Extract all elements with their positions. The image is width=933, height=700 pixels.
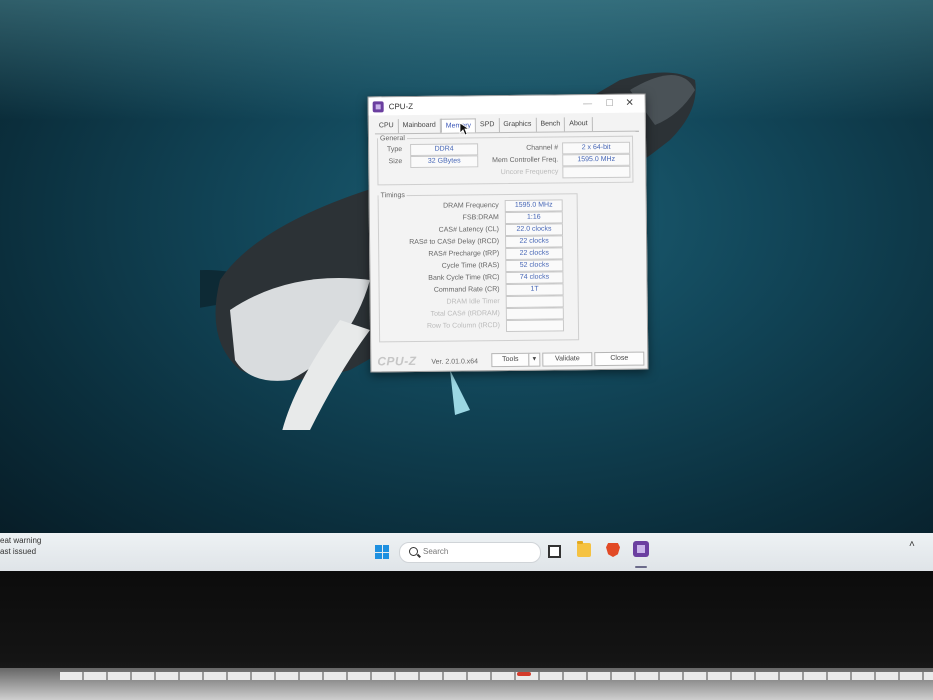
timing-label: RAS# to CAS# Delay (tRCD) [409,238,500,247]
general-legend: General [379,135,405,143]
search-icon [409,547,418,556]
window-title: CPU-Z [388,101,414,111]
channel-value: 2 x 64-bit [562,141,631,155]
desktop-wallpaper: CPU-Z — ☐ ✕ CPU Mainboard Memory SPD Gra… [0,0,933,545]
windows-start-icon[interactable] [375,545,389,559]
timing-label: Row To Column (tRCD) [426,322,501,330]
general-group: General Type DDR4 Size 32 GBytes Channel… [376,132,634,186]
mem-controller-value: 1595.0 MHz [562,153,631,167]
minimize-button[interactable]: — [579,97,597,110]
timings-list: DRAM Frequency 1595.0 MHz FSB:DRAM 1:16 CAS#… [379,197,577,333]
timing-value [505,295,564,309]
taskbar-search-box[interactable]: Search [399,542,541,563]
tab-bench[interactable]: Bench [536,117,566,132]
version-text: Ver. 2.01.0.x64 [431,358,479,366]
timing-label: FSB:DRAM [462,214,499,222]
timing-label: Command Rate (CR) [433,286,500,294]
timings-group: Timings DRAM Frequency 1595.0 MHz FSB:DRAM… [377,190,580,343]
notification-line-1: eat warning [0,536,42,545]
file-explorer-icon[interactable] [577,541,591,557]
channel-label: Channel # [526,144,559,152]
search-placeholder: Search [423,547,449,556]
uncore-value [562,165,631,179]
size-label: Size [388,158,403,166]
cpuz-app-icon [372,100,384,112]
tab-spd[interactable]: SPD [475,118,500,133]
timings-legend: Timings [380,192,405,200]
task-view-icon[interactable] [548,545,561,558]
uncore-label: Uncore Frequency [500,168,559,177]
timing-value: 52 clocks [505,259,564,273]
tab-graphics[interactable]: Graphics [499,117,537,133]
maximize-button[interactable]: ☐ [601,97,619,110]
size-value: 32 GBytes [410,155,479,169]
cpuz-logo: CPU-Z [377,353,417,369]
tools-button[interactable]: Tools [491,352,530,368]
timing-value: 22 clocks [505,247,564,261]
timing-value: 74 clocks [505,271,564,285]
mem-controller-label: Mem Controller Freq. [492,156,559,165]
tab-mainboard[interactable]: Mainboard [398,118,441,134]
timing-value: 1595.0 MHz [504,199,563,213]
notification-line-2: ast issued [0,547,37,556]
tools-dropdown-icon[interactable]: ▾ [528,352,541,367]
red-indicator-light [517,672,531,676]
timing-label: RAS# Precharge (tRP) [428,250,500,258]
timing-value [505,307,564,321]
type-label: Type [386,146,403,154]
tab-bar: CPU Mainboard Memory SPD Graphics Bench … [374,116,639,135]
taskbar: eat warning ast issued Search ˄ [0,533,933,571]
keyboard-keys [60,672,933,680]
bottom-bar: CPU-Z Ver. 2.01.0.x64 Tools ▾ Validate C… [371,351,647,372]
type-value: DDR4 [410,143,479,157]
timing-value [505,319,565,333]
close-button[interactable]: Close [594,351,645,367]
tab-cpu[interactable]: CPU [374,119,399,134]
chevron-up-icon[interactable]: ˄ [909,539,915,550]
timing-value: 1T [505,283,564,297]
timing-label: Cycle Time (tRAS) [441,262,500,270]
cpuz-taskbar-icon[interactable] [633,541,649,557]
active-app-indicator [635,566,647,568]
title-bar[interactable]: CPU-Z — ☐ ✕ [368,94,645,116]
timing-label: DRAM Idle Timer [446,298,500,306]
timing-value: 22.0 clocks [504,223,564,237]
notification-text[interactable]: eat warning ast issued [0,535,41,557]
brave-browser-icon[interactable] [606,543,620,557]
timing-label: DRAM Frequency [443,202,499,210]
timing-label: Bank Cycle Time (tRC) [428,274,500,282]
timing-label: CAS# Latency (CL) [438,226,500,234]
timing-value: 22 clocks [505,235,564,249]
mouse-cursor-icon [459,122,469,136]
validate-button[interactable]: Validate [542,352,593,367]
timing-value: 1:16 [504,211,563,225]
cpuz-window: CPU-Z — ☐ ✕ CPU Mainboard Memory SPD Gra… [367,93,649,373]
close-window-button[interactable]: ✕ [621,97,639,110]
timing-label: Total CAS# (tRDRAM) [430,310,500,318]
tab-about[interactable]: About [565,117,593,132]
